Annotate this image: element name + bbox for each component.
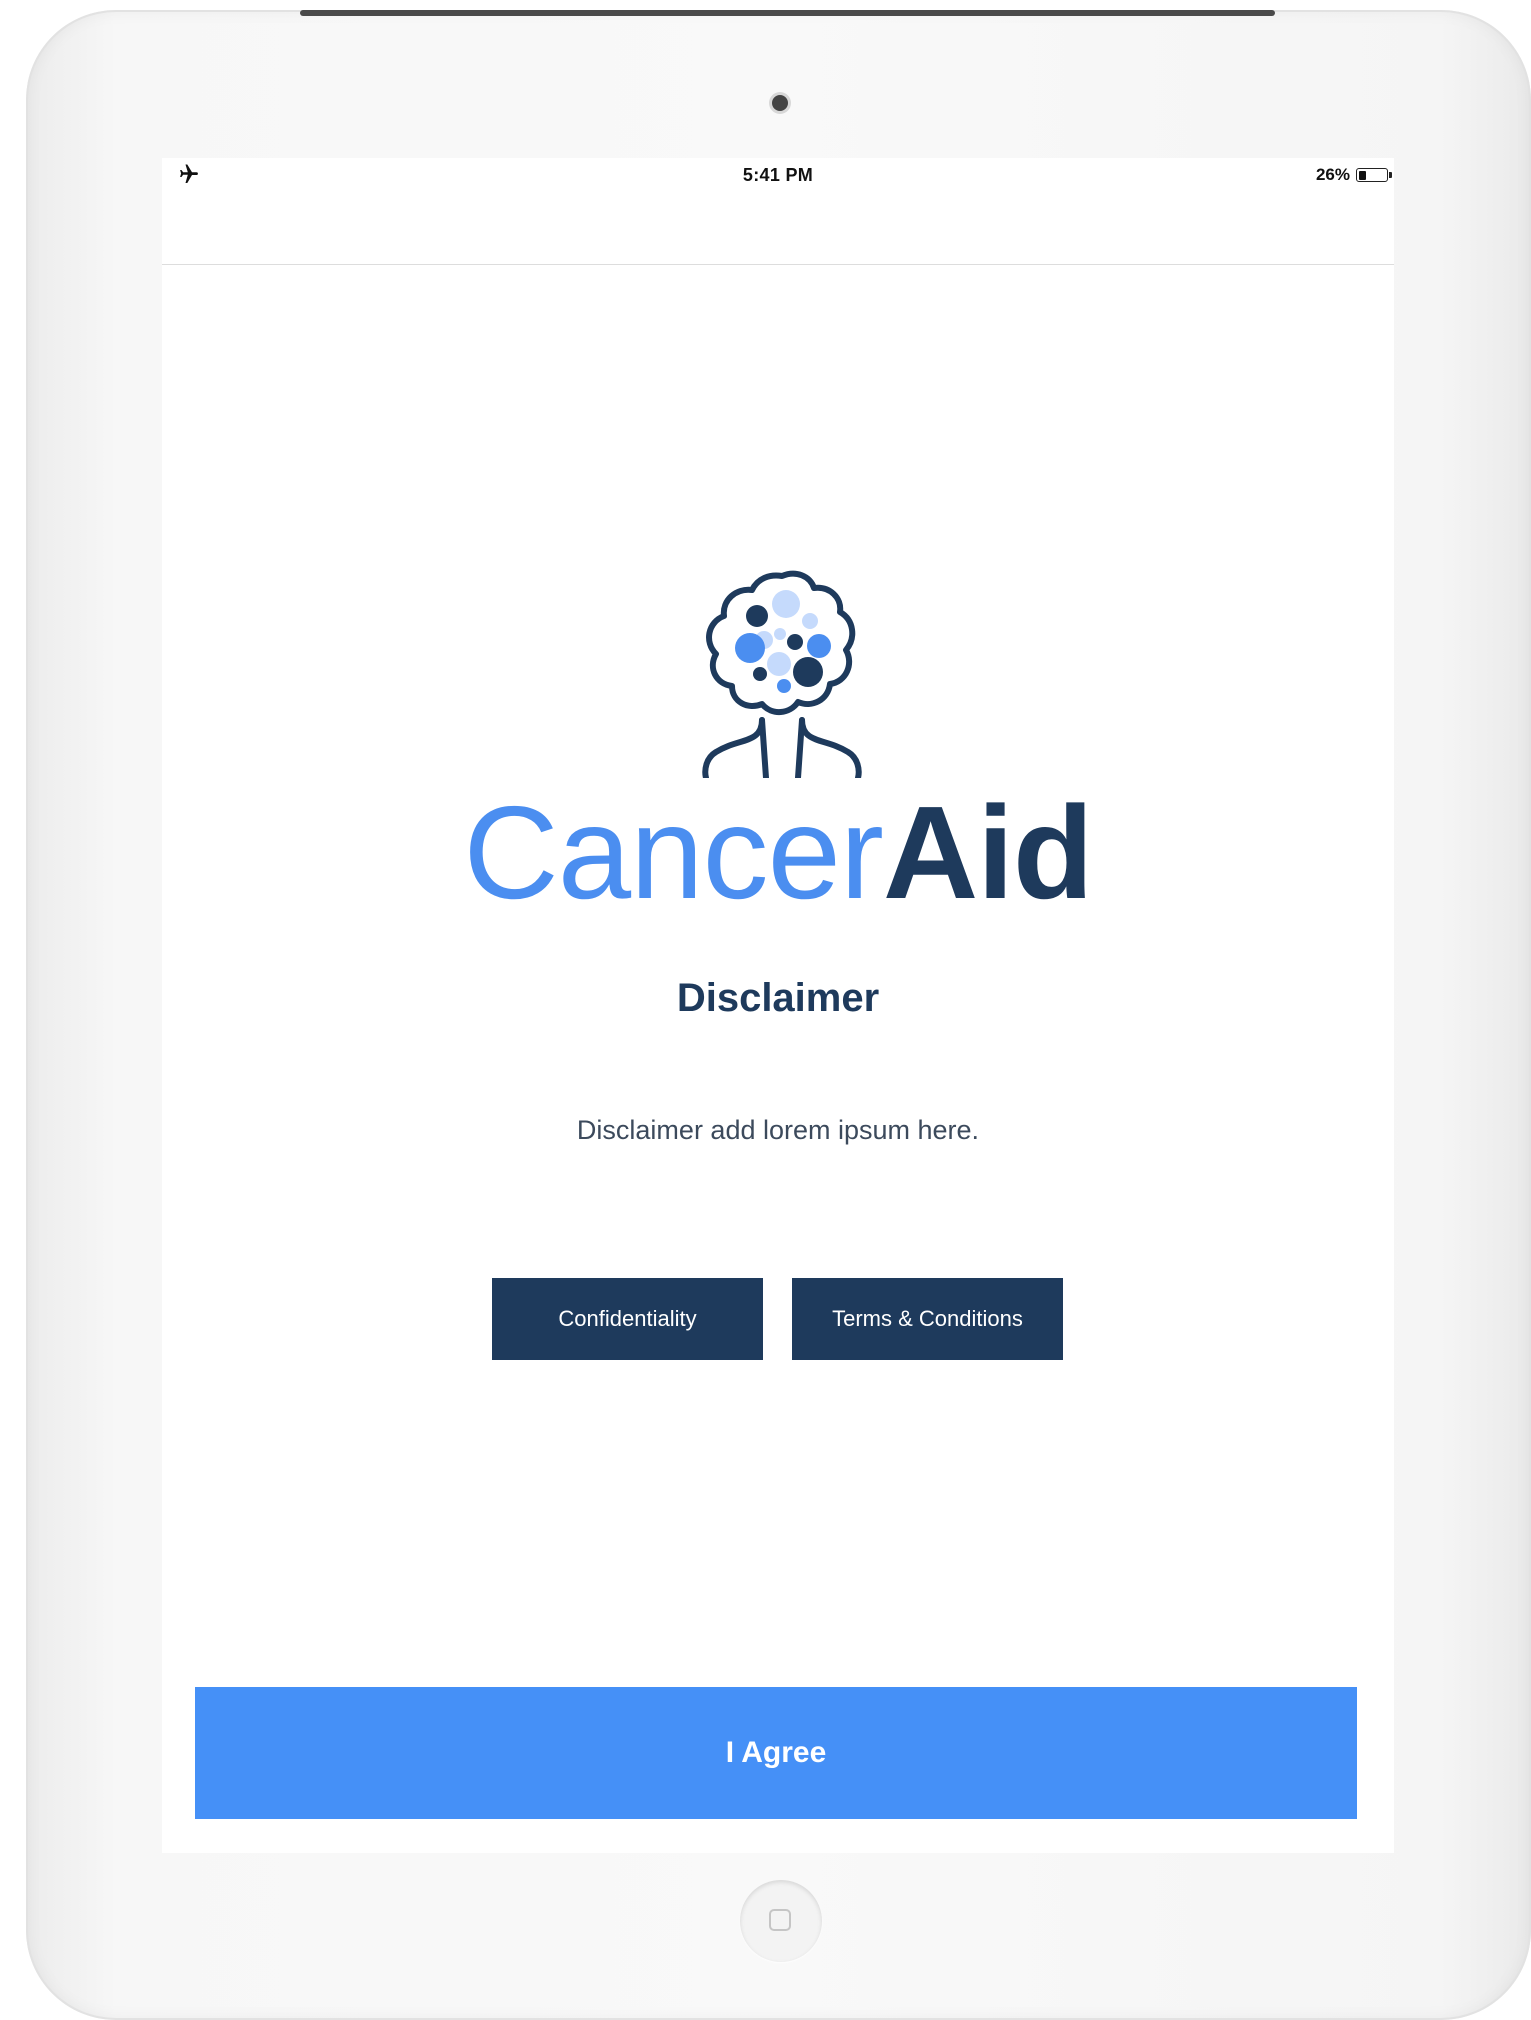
navigation-bar — [162, 194, 1394, 265]
wordmark-light: Cancer — [463, 779, 884, 926]
top-edge-button — [300, 10, 1275, 16]
battery-nub — [1389, 172, 1392, 178]
battery-icon — [1356, 168, 1392, 182]
home-square-icon — [769, 1909, 791, 1931]
front-camera — [772, 95, 788, 111]
battery-percent: 26% — [1315, 165, 1350, 184]
status-bar: 5:41 PM 26% — [162, 158, 1394, 194]
app-screen: 5:41 PM 26% CancerAid Disclaimer Disclai… — [162, 158, 1394, 1853]
status-time: 5:41 PM — [742, 165, 814, 185]
terms-conditions-button[interactable]: Terms & Conditions — [792, 1278, 1063, 1360]
cancer-aid-wordmark: CancerAid — [162, 778, 1394, 928]
disclaimer-text: Disclaimer add lorem ipsum here. — [576, 1115, 980, 1145]
battery-indicator: 26% — [1315, 165, 1392, 185]
tree-cells-hands-logo — [702, 570, 862, 778]
confidentiality-button[interactable]: Confidentiality — [492, 1278, 763, 1360]
agree-button[interactable]: I Agree — [195, 1687, 1357, 1819]
wordmark-dark: Aid — [882, 779, 1094, 926]
battery-fill — [1358, 170, 1366, 180]
tablet-mockup: 5:41 PM 26% CancerAid Disclaimer Disclai… — [0, 0, 1531, 2020]
page-title: Disclaimer — [676, 976, 880, 1020]
